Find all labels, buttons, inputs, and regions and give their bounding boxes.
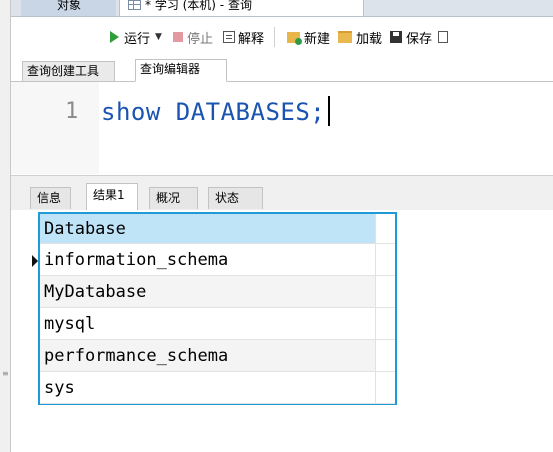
- tab-status[interactable]: 状态: [208, 187, 263, 209]
- column-header-database[interactable]: Database: [40, 214, 376, 244]
- query-window: 对象 * 学习 (本机) - 查询 运行 ▼ 停止 解释 新建 加载 保存 查询…: [11, 0, 553, 452]
- cell-value: mysql: [44, 313, 96, 334]
- table-row[interactable]: mysql: [40, 307, 395, 340]
- stop-icon: [172, 32, 183, 42]
- cell-value: performance_schema: [44, 345, 229, 366]
- new-query-icon: [286, 31, 302, 45]
- table-header-row: Database: [40, 214, 395, 244]
- editor-tab-bar: 查询创建工具 查询编辑器: [11, 58, 553, 82]
- stop-button[interactable]: 停止: [172, 28, 213, 47]
- grid-filler: [375, 339, 395, 372]
- save-icon: [390, 31, 402, 43]
- toolbar-divider: [273, 27, 275, 47]
- table-cell[interactable]: performance_schema: [40, 339, 376, 372]
- load-button[interactable]: 加载: [337, 28, 382, 47]
- tab-objects-label: 对象: [57, 0, 82, 12]
- splitter-grip-icon[interactable]: ≡: [2, 370, 9, 378]
- run-label: 运行: [124, 31, 151, 47]
- tab-info-label: 信息: [37, 191, 62, 205]
- left-panel-edge: ≡: [0, 0, 11, 452]
- grid-filler: [375, 307, 395, 340]
- tab-profile-label: 概况: [156, 191, 181, 205]
- cell-value: information_schema: [44, 249, 229, 270]
- grid-filler: [375, 371, 395, 404]
- beautify-icon: [438, 31, 449, 43]
- sql-text: show DATABASES;: [101, 98, 326, 126]
- explain-label: 解释: [237, 31, 264, 47]
- folder-icon: [337, 31, 352, 43]
- tab-query-builder[interactable]: 查询创建工具: [22, 61, 115, 81]
- new-label: 新建: [303, 31, 330, 47]
- tab-query-editor[interactable]: 查询编辑器: [135, 59, 227, 82]
- table-cell[interactable]: sys: [40, 371, 376, 404]
- line-gutter: 1: [11, 82, 99, 174]
- run-button[interactable]: 运行 ▼: [110, 28, 162, 47]
- menu-icon[interactable]: [32, 34, 46, 40]
- more-button[interactable]: [438, 31, 449, 43]
- tab-result1-label: 结果1: [93, 188, 125, 202]
- save-label: 保存: [406, 31, 433, 47]
- table-cell[interactable]: mysql: [40, 307, 376, 340]
- new-button[interactable]: 新建: [286, 28, 330, 47]
- grid-filler: [375, 214, 395, 244]
- cell-value: sys: [44, 377, 75, 398]
- table-row[interactable]: MyDatabase: [40, 275, 395, 308]
- explain-button[interactable]: 解释: [222, 28, 264, 47]
- explain-icon: [222, 31, 235, 43]
- text-cursor: [328, 96, 331, 126]
- table-cell[interactable]: MyDatabase: [40, 275, 376, 308]
- chevron-down-icon[interactable]: ▼: [155, 32, 162, 42]
- table-icon: [128, 0, 141, 10]
- result-table: Database information_schema MyDatabase m…: [32, 214, 395, 404]
- tab-objects[interactable]: 对象: [21, 0, 116, 16]
- tab-query[interactable]: * 学习 (本机) - 查询: [119, 0, 364, 16]
- tab-result1[interactable]: 结果1: [86, 183, 138, 210]
- load-label: 加载: [355, 31, 382, 47]
- grid-filler: [375, 275, 395, 308]
- play-icon: [110, 31, 119, 43]
- current-row-icon: [32, 255, 38, 267]
- code-line[interactable]: show DATABASES;: [101, 96, 331, 126]
- cell-value: MyDatabase: [44, 281, 147, 302]
- table-row[interactable]: information_schema: [32, 243, 395, 276]
- sql-editor[interactable]: 1 show DATABASES;: [11, 82, 553, 174]
- document-tab-strip: 对象 * 学习 (本机) - 查询: [11, 0, 553, 17]
- result-grid[interactable]: Database information_schema MyDatabase m…: [32, 212, 397, 405]
- tab-query-editor-label: 查询编辑器: [140, 62, 201, 76]
- save-button[interactable]: 保存: [390, 28, 432, 47]
- grid-filler: [375, 243, 395, 276]
- result-tab-bar: 信息 结果1 概况 状态: [11, 175, 553, 211]
- tab-query-builder-label: 查询创建工具: [27, 64, 100, 78]
- table-row[interactable]: performance_schema: [40, 339, 395, 372]
- stop-label: 停止: [186, 31, 213, 47]
- tab-status-label: 状态: [215, 191, 240, 205]
- tab-query-label: * 学习 (本机) - 查询: [145, 0, 252, 12]
- tab-info[interactable]: 信息: [30, 187, 71, 209]
- table-row[interactable]: sys: [40, 371, 395, 404]
- line-number: 1: [65, 99, 79, 124]
- tab-profile[interactable]: 概况: [149, 187, 198, 209]
- table-cell[interactable]: information_schema: [32, 243, 376, 276]
- result-area: Database information_schema MyDatabase m…: [11, 210, 553, 452]
- query-toolbar: 运行 ▼ 停止 解释 新建 加载 保存: [11, 17, 553, 57]
